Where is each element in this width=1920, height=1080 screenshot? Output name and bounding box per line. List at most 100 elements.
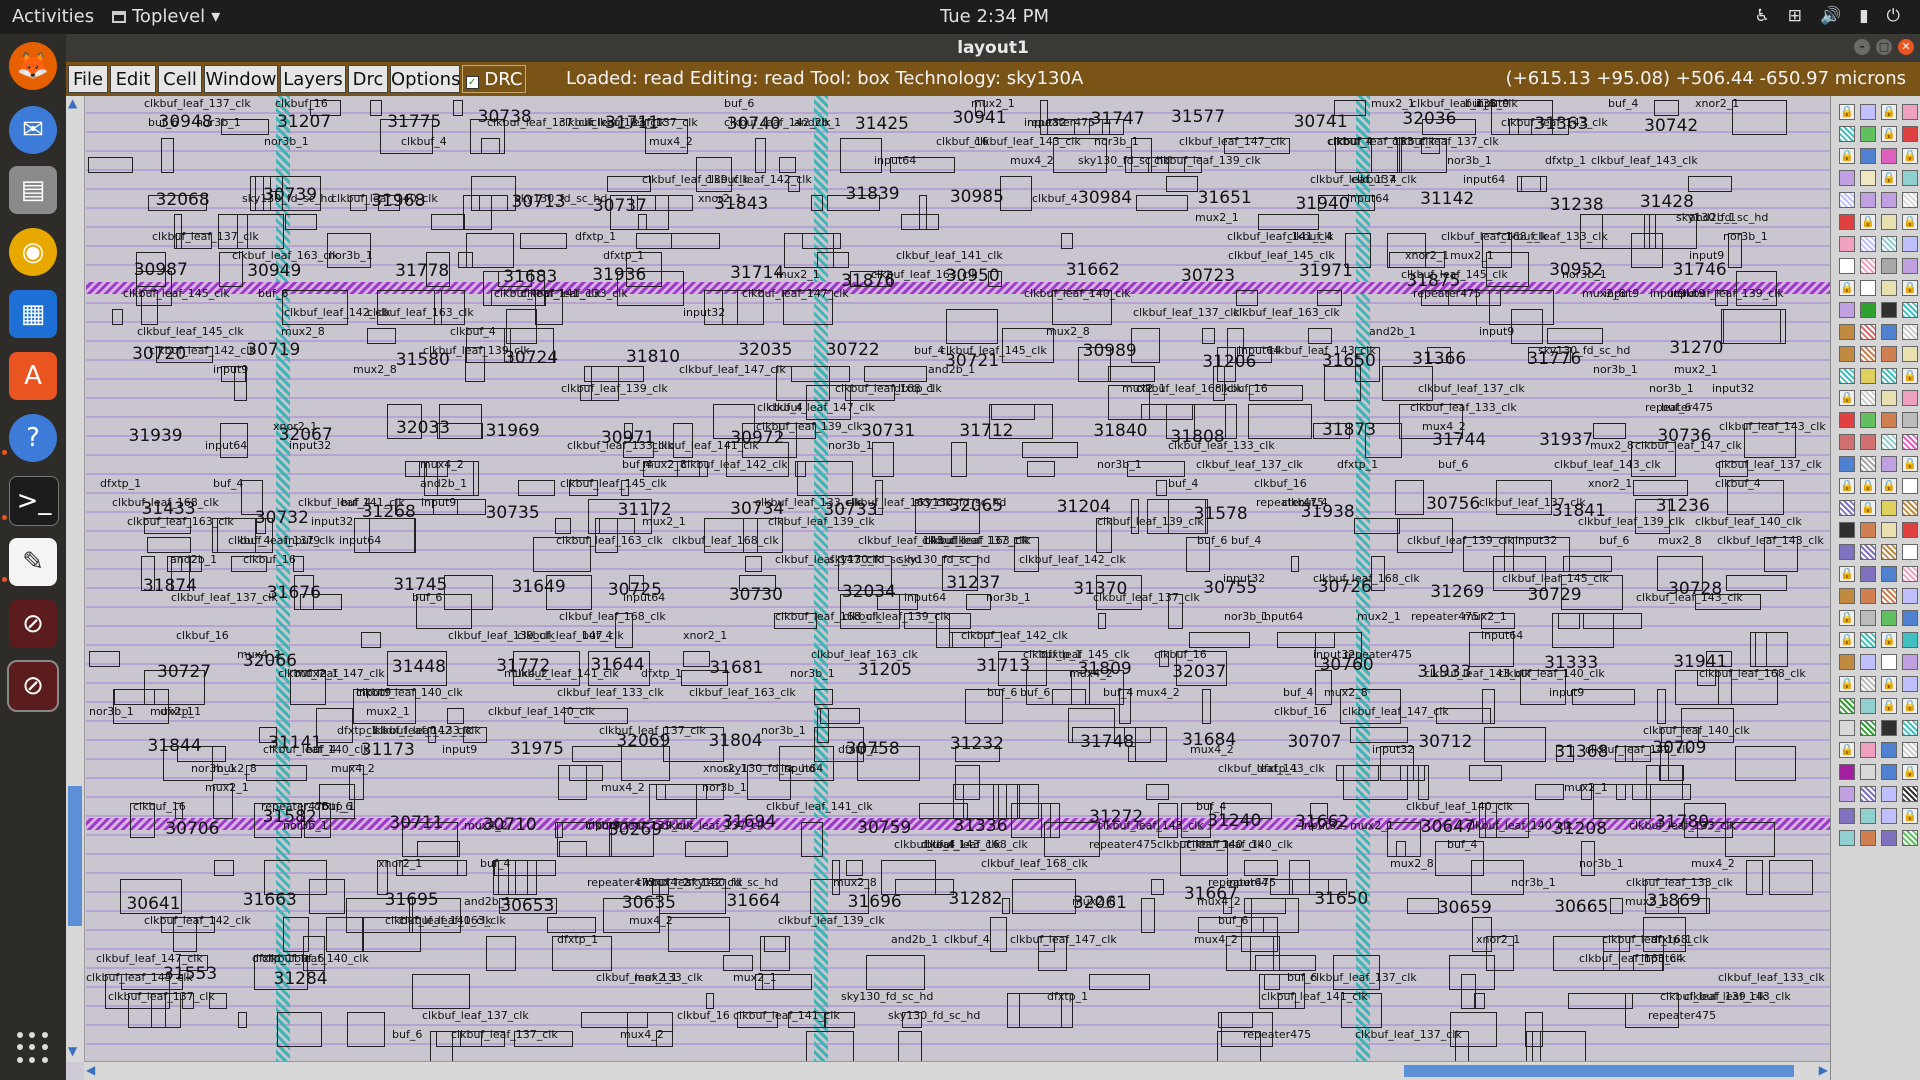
layer-swatch[interactable] [1860, 566, 1876, 582]
lock-icon[interactable]: 🔒 [1839, 610, 1855, 626]
layer-swatch[interactable] [1881, 654, 1897, 670]
app-menu[interactable]: Toplevel ▾ [112, 6, 220, 27]
layer-swatch[interactable] [1839, 214, 1855, 230]
standard-cell[interactable] [1769, 860, 1813, 895]
standard-cell[interactable] [1012, 879, 1076, 914]
lock-icon[interactable]: 🔒 [1902, 214, 1918, 230]
standard-cell[interactable] [1396, 841, 1406, 857]
close-icon[interactable]: ✕ [1898, 39, 1914, 55]
power-menu-icon[interactable]: ⏻ [1887, 6, 1900, 26]
standard-cell[interactable] [1151, 879, 1164, 895]
standard-cell[interactable] [555, 518, 571, 534]
layer-swatch[interactable] [1902, 566, 1918, 582]
layer-swatch[interactable] [1902, 126, 1918, 142]
standard-cell[interactable] [814, 689, 833, 705]
layer-swatch[interactable] [1881, 236, 1897, 252]
standard-cell[interactable] [1726, 575, 1787, 591]
layer-swatch[interactable] [1881, 280, 1897, 296]
layer-swatch[interactable] [1881, 390, 1897, 406]
layer-swatch[interactable] [1839, 434, 1855, 450]
layer-swatch[interactable] [1860, 126, 1876, 142]
layer-swatch[interactable] [1881, 500, 1897, 516]
standard-cell[interactable] [1654, 100, 1679, 116]
files-icon[interactable]: ▤ [9, 166, 57, 214]
text-editor-icon[interactable]: ✎ [9, 538, 57, 586]
standard-cell[interactable] [1602, 214, 1656, 249]
standard-cell[interactable] [895, 879, 954, 895]
standard-cell[interactable] [89, 651, 120, 667]
lock-icon[interactable]: 🔒 [1839, 632, 1855, 648]
lock-icon[interactable]: 🔒 [1881, 478, 1897, 494]
menu-window[interactable]: Window [204, 65, 278, 93]
layer-swatch[interactable] [1839, 522, 1855, 538]
scroll-right-arrow-icon[interactable]: ▶ [1819, 1063, 1828, 1077]
horizontal-scrollbar[interactable]: ◀ ▶ [84, 1061, 1830, 1080]
layer-swatch[interactable] [1839, 786, 1855, 802]
standard-cell[interactable] [779, 157, 796, 173]
standard-cell[interactable] [361, 632, 381, 648]
layer-swatch[interactable] [1860, 412, 1876, 428]
standard-cell[interactable] [1218, 1012, 1253, 1028]
layer-swatch[interactable] [1881, 786, 1897, 802]
standard-cell[interactable] [1052, 689, 1086, 705]
software-center-icon[interactable]: A [9, 352, 57, 400]
layer-swatch[interactable] [1860, 676, 1876, 692]
standard-cell[interactable] [1156, 480, 1167, 496]
standard-cell[interactable] [864, 366, 927, 382]
layer-swatch[interactable] [1839, 500, 1855, 516]
standard-cell[interactable] [1610, 898, 1623, 914]
layer-swatch[interactable] [1839, 236, 1855, 252]
standard-cell[interactable] [1532, 1031, 1541, 1062]
layer-swatch[interactable] [1881, 588, 1897, 604]
layer-swatch[interactable] [1860, 280, 1876, 296]
lock-icon[interactable]: 🔒 [1902, 148, 1918, 164]
standard-cell[interactable] [547, 917, 596, 933]
standard-cell[interactable] [802, 233, 841, 249]
standard-cell[interactable] [1484, 727, 1546, 762]
layer-swatch[interactable] [1902, 412, 1918, 428]
layer-swatch[interactable] [1839, 126, 1855, 142]
layer-swatch[interactable] [1881, 412, 1897, 428]
standard-cell[interactable] [990, 917, 1007, 952]
layer-swatch[interactable] [1881, 192, 1897, 208]
layer-swatch[interactable] [1902, 236, 1918, 252]
lock-icon[interactable]: 🔒 [1881, 170, 1897, 186]
standard-cell[interactable] [1264, 974, 1280, 990]
standard-cell[interactable] [1395, 480, 1424, 515]
maximize-icon[interactable]: □ [1876, 39, 1892, 55]
standard-cell[interactable] [1136, 195, 1188, 211]
standard-cell[interactable] [1750, 632, 1788, 667]
help-icon[interactable]: ? [9, 414, 57, 462]
standard-cell[interactable] [901, 214, 939, 230]
lock-icon[interactable]: 🔒 [1839, 104, 1855, 120]
layer-swatch[interactable] [1902, 478, 1918, 494]
layer-swatch[interactable] [1860, 610, 1876, 626]
layer-swatch[interactable] [1839, 456, 1855, 472]
standard-cell[interactable] [1688, 176, 1732, 192]
standard-cell[interactable] [946, 309, 998, 344]
layer-swatch[interactable] [1860, 434, 1876, 450]
layout-view[interactable]: clkbuf_leaf_137_clk dfxtp_1 clkbuf_leaf_13… [86, 96, 1830, 1062]
standard-cell[interactable] [723, 955, 753, 971]
layer-swatch[interactable] [1881, 522, 1897, 538]
layer-swatch[interactable] [1902, 104, 1918, 120]
layer-swatch[interactable] [1860, 104, 1876, 120]
layer-swatch[interactable] [1860, 390, 1876, 406]
standard-cell[interactable] [1418, 765, 1429, 800]
standard-cell[interactable] [1146, 784, 1169, 800]
show-applications-icon[interactable] [17, 1032, 49, 1064]
standard-cell[interactable] [114, 689, 155, 705]
standard-cell[interactable] [572, 746, 622, 762]
layer-swatch[interactable] [1839, 346, 1855, 362]
layer-swatch[interactable] [1902, 588, 1918, 604]
layer-swatch[interactable] [1860, 236, 1876, 252]
standard-cell[interactable] [1657, 689, 1666, 724]
lock-icon[interactable]: 🔒 [1860, 500, 1876, 516]
layer-swatch[interactable] [1881, 324, 1897, 340]
standard-cell[interactable] [683, 651, 710, 667]
layer-swatch[interactable] [1881, 214, 1897, 230]
standard-cell[interactable] [638, 214, 647, 230]
layer-swatch[interactable] [1860, 346, 1876, 362]
standard-cell[interactable] [599, 518, 635, 534]
standard-cell[interactable] [797, 461, 853, 496]
